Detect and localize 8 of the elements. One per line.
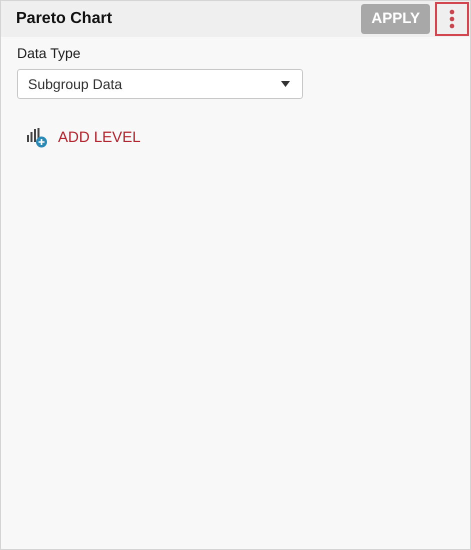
field-label: Data Type [17, 44, 82, 63]
add-level-button[interactable]: ADD LEVEL [27, 127, 141, 150]
panel-title: Pareto Chart [16, 9, 114, 29]
bars-plus-icon [27, 128, 48, 148]
more-menu-button[interactable] [435, 2, 469, 36]
caret-icon [281, 81, 290, 87]
more-vertical-icon [449, 9, 455, 29]
data-type-dropdown[interactable]: Subgroup Data [17, 69, 303, 99]
